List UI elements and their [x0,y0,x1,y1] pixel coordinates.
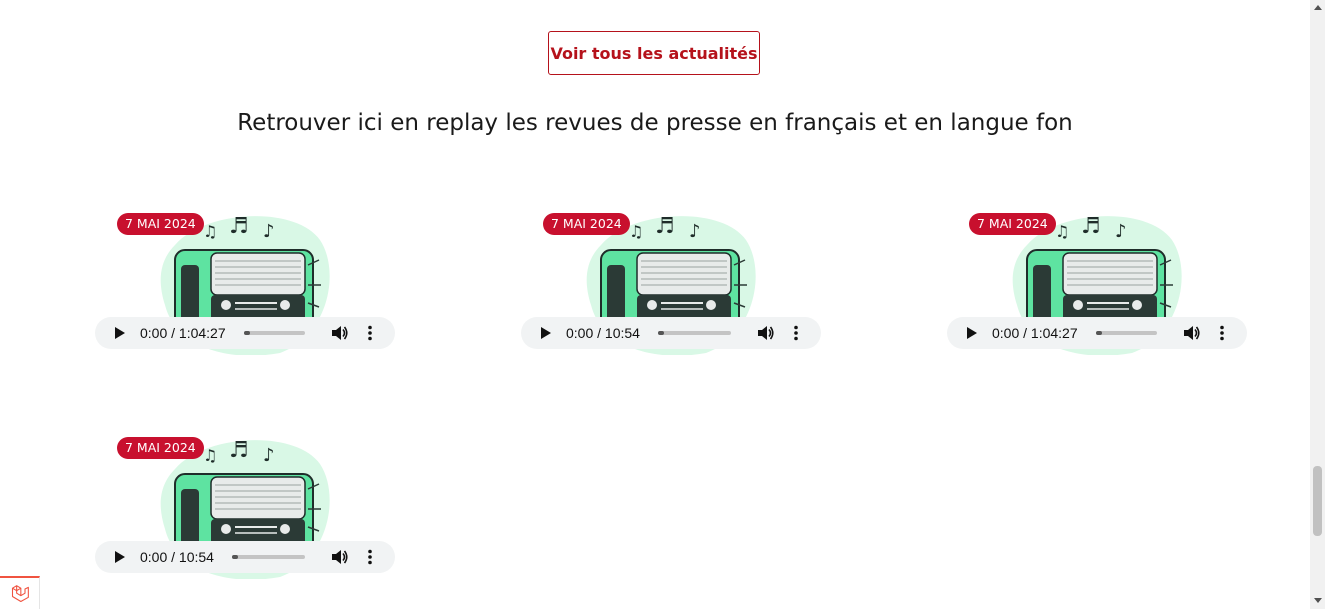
episode-card-2: ♫ ♬ ♪ 7 MAI 2024 0:00 / 10:54 [521,185,821,355]
more-options-icon[interactable] [367,549,373,565]
laravel-logo-icon [11,585,29,603]
volume-icon[interactable] [757,325,775,341]
volume-icon[interactable] [331,325,349,341]
svg-text:♬: ♬ [1081,214,1101,239]
audio-player[interactable]: 0:00 / 10:54 [521,317,821,349]
svg-text:♬: ♬ [229,438,249,463]
svg-text:♪: ♪ [689,221,701,242]
audio-player[interactable]: 0:00 / 1:04:27 [95,317,395,349]
play-icon[interactable] [115,551,125,563]
seek-bar[interactable] [244,331,305,335]
scroll-up-arrow-icon[interactable] [1314,5,1322,10]
seek-bar[interactable] [1096,331,1157,335]
seek-progress [232,555,238,559]
audio-player[interactable]: 0:00 / 10:54 [95,541,395,573]
svg-text:♫: ♫ [629,222,643,241]
seek-bar[interactable] [658,331,731,335]
playback-time: 0:00 / 1:04:27 [992,325,1078,341]
page-scrollbar[interactable] [1310,0,1325,609]
svg-text:♫: ♫ [203,446,217,465]
seek-progress [658,331,664,335]
playback-time: 0:00 / 1:04:27 [140,325,226,341]
episode-date-badge: 7 MAI 2024 [117,437,204,459]
more-options-icon[interactable] [367,325,373,341]
svg-text:♬: ♬ [655,214,675,239]
page: Voir tous les actualités Retrouver ici e… [0,0,1310,609]
seek-progress [244,331,250,335]
scroll-down-arrow-icon[interactable] [1314,598,1322,603]
volume-icon[interactable] [331,549,349,565]
svg-text:♬: ♬ [229,214,249,239]
playback-time: 0:00 / 10:54 [566,325,640,341]
see-all-news-button[interactable]: Voir tous les actualités [548,31,760,75]
playback-time: 0:00 / 10:54 [140,549,214,565]
episode-date-badge: 7 MAI 2024 [969,213,1056,235]
debugbar-tab[interactable] [0,576,40,609]
seek-bar[interactable] [232,555,305,559]
play-icon[interactable] [967,327,977,339]
audio-player[interactable]: 0:00 / 1:04:27 [947,317,1247,349]
section-heading: Retrouver ici en replay les revues de pr… [237,110,1073,136]
more-options-icon[interactable] [1219,325,1225,341]
svg-text:♪: ♪ [263,221,275,242]
svg-text:♫: ♫ [1055,222,1069,241]
svg-text:♪: ♪ [263,445,275,466]
episode-card-1: ♫ ♬ ♪ 7 MAI 2024 0:00 / 1:04:27 [95,185,395,355]
scrollbar-thumb[interactable] [1313,466,1322,536]
svg-text:♪: ♪ [1115,221,1127,242]
svg-text:♫: ♫ [203,222,217,241]
episode-card-3: ♫ ♬ ♪ 7 MAI 2024 0:00 / 1:04:27 [947,185,1247,355]
episode-date-badge: 7 MAI 2024 [117,213,204,235]
episode-date-badge: 7 MAI 2024 [543,213,630,235]
more-options-icon[interactable] [793,325,799,341]
seek-progress [1096,331,1102,335]
play-icon[interactable] [541,327,551,339]
volume-icon[interactable] [1183,325,1201,341]
episode-card-4: ♫ ♬ ♪ 7 MAI 2024 0:00 / 10:54 [95,409,395,579]
play-icon[interactable] [115,327,125,339]
